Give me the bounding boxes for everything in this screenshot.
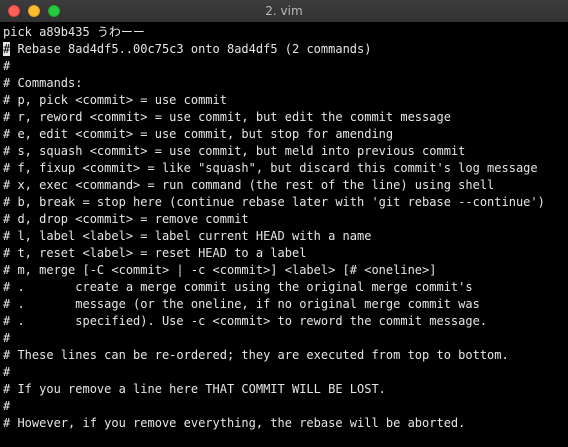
- comment-line[interactable]: # p, pick <commit> = use commit: [3, 92, 568, 109]
- comment-block: # # Commands: # p, pick <commit> = use com…: [3, 58, 568, 432]
- comment-line[interactable]: # d, drop <commit> = remove commit: [3, 211, 568, 228]
- comment-line[interactable]: # However, if you remove everything, the…: [3, 415, 568, 432]
- vim-editor[interactable]: pick a89b435 うわーー # Rebase 8ad4df5..00c7…: [0, 22, 568, 447]
- comment-line[interactable]: # Commands:: [3, 75, 568, 92]
- comment-line[interactable]: # m, merge [-C <commit> | -c <commit>] <…: [3, 262, 568, 279]
- comment-line[interactable]: # e, edit <commit> = use commit, but sto…: [3, 126, 568, 143]
- title-bar: 2. vim: [0, 0, 568, 23]
- comment-line[interactable]: #: [3, 364, 568, 381]
- comment-line[interactable]: # l, label <label> = label current HEAD …: [3, 228, 568, 245]
- comment-line[interactable]: # r, reword <commit> = use commit, but e…: [3, 109, 568, 126]
- comment-line[interactable]: # s, squash <commit> = use commit, but m…: [3, 143, 568, 160]
- terminal-window: 2. vim pick a89b435 うわーー # Rebase 8ad4df…: [0, 0, 568, 447]
- window-title: 2. vim: [265, 4, 303, 18]
- comment-line[interactable]: # . specified). Use -c <commit> to rewor…: [3, 313, 568, 330]
- rebase-header-line[interactable]: # Rebase 8ad4df5..00c75c3 onto 8ad4df5 (…: [3, 41, 568, 58]
- comment-line[interactable]: #: [3, 330, 568, 347]
- pick-line[interactable]: pick a89b435 うわーー: [3, 24, 568, 41]
- comment-line[interactable]: # t, reset <label> = reset HEAD to a lab…: [3, 245, 568, 262]
- comment-line[interactable]: # . message (or the oneline, if no origi…: [3, 296, 568, 313]
- comment-line[interactable]: # If you remove a line here THAT COMMIT …: [3, 381, 568, 398]
- comment-line[interactable]: # x, exec <command> = run command (the r…: [3, 177, 568, 194]
- comment-line[interactable]: #: [3, 398, 568, 415]
- rebase-header-text: Rebase 8ad4df5..00c75c3 onto 8ad4df5 (2 …: [10, 42, 372, 56]
- comment-line[interactable]: #: [3, 58, 568, 75]
- comment-line[interactable]: # b, break = stop here (continue rebase …: [3, 194, 568, 211]
- comment-line[interactable]: # f, fixup <commit> = like "squash", but…: [3, 160, 568, 177]
- comment-line[interactable]: # . create a merge commit using the orig…: [3, 279, 568, 296]
- comment-line[interactable]: # These lines can be re-ordered; they ar…: [3, 347, 568, 364]
